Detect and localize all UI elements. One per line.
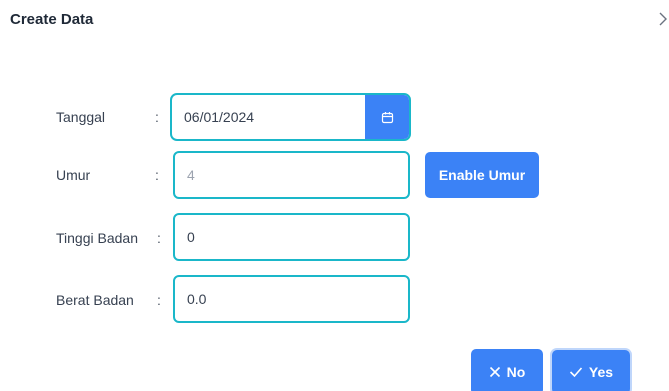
tanggal-label: Tanggal (56, 109, 106, 125)
tinggi-badan-value: 0 (187, 229, 195, 245)
calendar-button[interactable] (365, 95, 409, 139)
berat-badan-colon: : (157, 292, 161, 308)
tinggi-badan-colon: : (157, 230, 161, 246)
close-icon (489, 366, 500, 378)
tinggi-badan-label: Tinggi Badan (56, 230, 138, 246)
umur-label: Umur (56, 167, 91, 183)
umur-colon: : (155, 167, 159, 183)
tanggal-input[interactable]: 06/01/2024 (172, 95, 365, 139)
umur-value: 4 (187, 167, 195, 183)
tanggal-datepicker: 06/01/2024 (170, 93, 411, 141)
umur-field[interactable]: 4 (173, 151, 410, 199)
chevron-right-icon (659, 12, 667, 26)
berat-badan-label: Berat Badan (56, 292, 134, 308)
tanggal-colon: : (155, 109, 159, 125)
yes-button[interactable]: Yes (552, 350, 630, 391)
create-data-dialog: Create Data Tanggal : 06/01/2024 Umur : … (0, 0, 669, 391)
calendar-icon (381, 111, 393, 123)
check-icon (569, 367, 583, 378)
berat-badan-value: 0.0 (187, 291, 207, 307)
yes-button-label: Yes (588, 364, 614, 380)
no-button[interactable]: No (471, 349, 543, 391)
no-button-label: No (506, 364, 526, 380)
berat-badan-field[interactable]: 0.0 (173, 275, 410, 323)
tinggi-badan-field[interactable]: 0 (173, 213, 410, 261)
dialog-title: Create Data (10, 11, 94, 28)
close-button[interactable] (657, 9, 669, 29)
enable-umur-button[interactable]: Enable Umur (425, 152, 539, 198)
